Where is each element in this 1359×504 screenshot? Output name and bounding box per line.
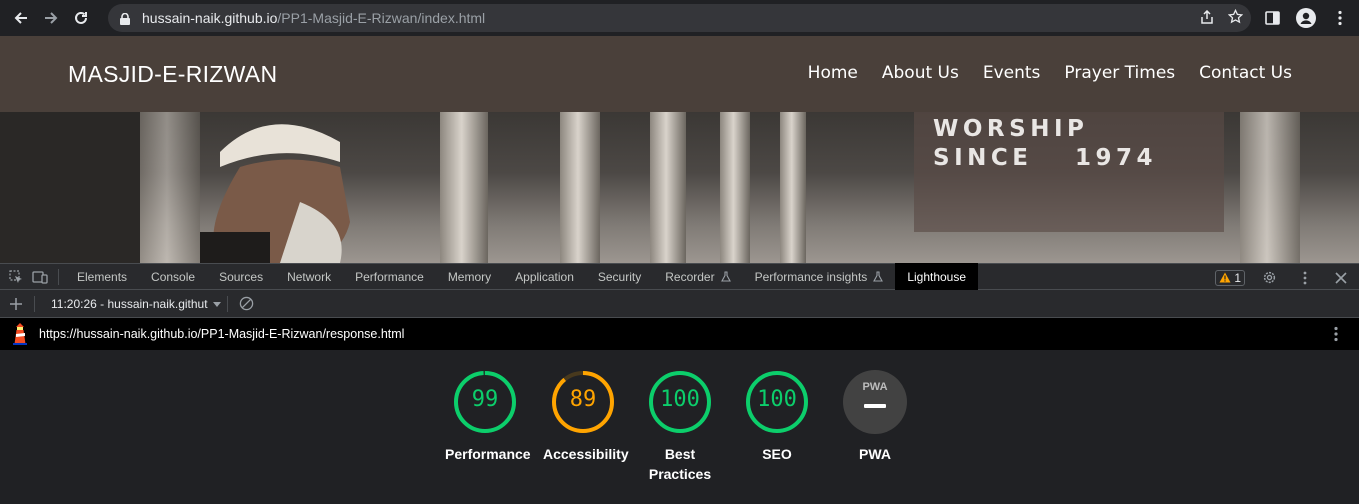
dropdown-caret-icon[interactable] (213, 295, 221, 313)
hero-image: WORSHIP SINCE 1974 (0, 112, 1359, 263)
lighthouse-logo-icon (12, 323, 28, 345)
profile-avatar-icon[interactable] (1293, 5, 1319, 31)
hero-pillar (140, 112, 200, 263)
new-report-plus-icon[interactable] (4, 293, 28, 315)
tab-memory[interactable]: Memory (436, 263, 503, 290)
forward-arrow-icon (45, 12, 58, 24)
toolbar-divider (227, 295, 228, 312)
inspect-element-icon[interactable] (4, 266, 28, 288)
gauge-label: PWA (859, 446, 891, 462)
share-icon[interactable] (1200, 9, 1214, 27)
hero-pillar (1240, 112, 1300, 263)
gauge-score: 100 (660, 387, 700, 412)
bookmark-star-icon[interactable] (1227, 8, 1244, 27)
pwa-badge-icon: PWA (843, 370, 907, 434)
tab-application[interactable]: Application (503, 263, 586, 290)
report-menu-icon[interactable] (1334, 326, 1338, 347)
address-bar[interactable]: hussain-naik.github.io/PP1-Masjid-E-Rizw… (108, 4, 1251, 32)
hero-man-figure (200, 124, 350, 263)
gauge-best-practices[interactable]: 100 Best Practices (640, 370, 720, 484)
gauge-score: 89 (569, 387, 597, 412)
gauge-seo[interactable]: 100 SEO (737, 370, 817, 464)
nav-contact-us[interactable]: Contact Us (1199, 63, 1292, 83)
hero-tagline: WORSHIP SINCE 1974 (933, 116, 1157, 171)
nav-prayer-times[interactable]: Prayer Times (1064, 63, 1175, 83)
report-url[interactable]: https://hussain-naik.github.io/PP1-Masji… (39, 327, 404, 341)
side-panel-icon[interactable] (1259, 5, 1285, 31)
tab-console[interactable]: Console (139, 263, 207, 290)
gauge-label: Best Practices (648, 446, 712, 482)
tab-performance-insights[interactable]: Performance insights (743, 263, 896, 290)
tab-network[interactable]: Network (275, 263, 343, 290)
tab-performance[interactable]: Performance (343, 263, 436, 290)
toolbar-divider (34, 295, 35, 312)
url-text: hussain-naik.github.io/PP1-Masjid-E-Rizw… (142, 10, 485, 26)
tab-lighthouse[interactable]: Lighthouse (895, 263, 979, 290)
back-button[interactable] (6, 3, 36, 33)
nav-about-us[interactable]: About Us (882, 63, 959, 83)
report-selector[interactable]: 11:20:26 - hussain-naik.githut (51, 297, 211, 311)
gauge-pwa[interactable]: PWA PWA (835, 370, 915, 464)
gauge-score: 100 (757, 387, 797, 412)
hero-shadow (0, 112, 140, 263)
forward-button[interactable] (36, 3, 66, 33)
site-nav: Home About Us Events Prayer Times Contac… (808, 63, 1292, 83)
tab-performance-insights-label: Performance insights (754, 269, 868, 284)
site-header: MASJID-E-RIZWAN Home About Us Events Pra… (0, 36, 1359, 112)
hero-pillar (780, 112, 806, 263)
gauge-performance[interactable]: 99 Performance (445, 370, 531, 464)
tab-security[interactable]: Security (586, 263, 653, 290)
hero-pillar (720, 112, 750, 263)
reload-button[interactable] (66, 3, 96, 33)
nav-events[interactable]: Events (983, 63, 1041, 83)
settings-gear-icon[interactable] (1257, 267, 1281, 289)
site-logo[interactable]: MASJID-E-RIZWAN (68, 61, 277, 88)
back-arrow-icon (14, 12, 27, 24)
gauge-label: Performance (445, 446, 531, 462)
url-host: hussain-naik.github.io (142, 10, 278, 26)
lighthouse-url-bar: https://hussain-naik.github.io/PP1-Masji… (0, 318, 1359, 350)
tab-recorder-label: Recorder (665, 269, 715, 284)
devtools-menu-icon[interactable] (1293, 267, 1317, 289)
tab-elements[interactable]: Elements (65, 263, 139, 290)
browser-menu-icon[interactable] (1327, 5, 1353, 31)
warning-icon (1219, 272, 1231, 283)
experiment-flask-icon (720, 271, 731, 282)
hero-pillar (650, 112, 686, 263)
warnings-count: 1 (1234, 270, 1241, 285)
lighthouse-scores: 99 Performance 89 Accessibility 100 Best Prac… (0, 350, 1359, 504)
hero-pillar (560, 112, 600, 263)
url-path: /PP1-Masjid-E-Rizwan/index.html (277, 10, 486, 26)
lighthouse-toolbar: 11:20:26 - hussain-naik.githut (0, 290, 1359, 318)
device-toolbar-icon[interactable] (28, 266, 52, 288)
nav-home[interactable]: Home (808, 63, 858, 83)
lock-icon (120, 12, 130, 25)
gauge-label: SEO (762, 446, 792, 462)
toolbar-divider (58, 268, 59, 285)
gauge-score: 99 (471, 387, 499, 412)
browser-toolbar: hussain-naik.github.io/PP1-Masjid-E-Rizw… (0, 0, 1359, 36)
hero-pillar (440, 112, 488, 263)
tab-sources[interactable]: Sources (207, 263, 275, 290)
tab-recorder[interactable]: Recorder (653, 263, 742, 290)
clear-reports-icon[interactable] (234, 293, 258, 315)
warnings-badge[interactable]: 1 (1215, 269, 1245, 286)
reload-icon (75, 11, 87, 24)
experiment-flask-icon (873, 271, 884, 282)
gauge-accessibility[interactable]: 89 Accessibility (543, 370, 629, 464)
pwa-badge-text: PWA (862, 381, 887, 393)
devtools-tab-bar: Elements Console Sources Network Perform… (0, 263, 1359, 290)
gauge-label: Accessibility (543, 446, 629, 462)
close-devtools-icon[interactable] (1329, 267, 1353, 289)
